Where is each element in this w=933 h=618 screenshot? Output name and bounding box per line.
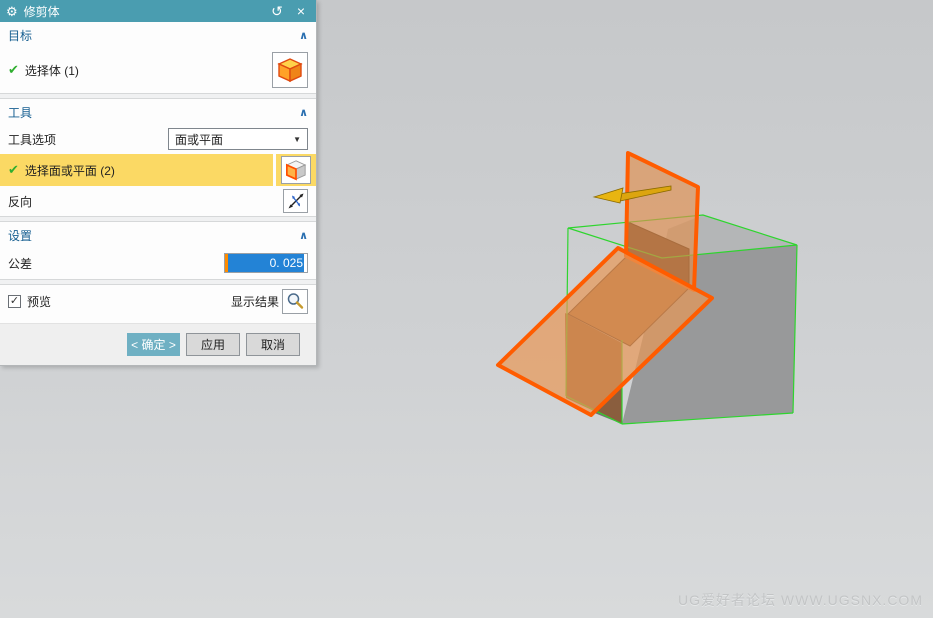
reverse-direction-icon bbox=[288, 193, 303, 209]
preview-checkbox[interactable]: ✓ bbox=[8, 294, 21, 308]
settings-header-label: 设置 bbox=[8, 229, 33, 243]
trim-body-dialog: ⚙ 修剪体 ↺ × 目标 ∧ ✔ 选择体 (1) 工具 ∧ 工具选项 面或平面 … bbox=[0, 0, 317, 366]
ok-button[interactable]: < 确定 > bbox=[127, 333, 180, 356]
face-plane-icon bbox=[285, 160, 307, 181]
reverse-direction-row: 反向 bbox=[0, 186, 316, 216]
tool-option-label: 工具选项 bbox=[8, 132, 57, 147]
group-header-settings: 设置 ∧ bbox=[0, 222, 316, 247]
dialog-titlebar[interactable]: ⚙ 修剪体 ↺ × bbox=[0, 0, 316, 22]
chevron-up-icon[interactable]: ∧ bbox=[299, 29, 308, 42]
apply-button[interactable]: 应用 bbox=[186, 333, 240, 356]
dialog-footer: < 确定 > 应用 取消 bbox=[0, 323, 316, 365]
chevron-up-icon[interactable]: ∧ bbox=[299, 229, 308, 242]
show-result-label: 显示结果 bbox=[230, 294, 279, 309]
select-face-button[interactable] bbox=[281, 156, 311, 184]
chevron-down-icon: ▼ bbox=[293, 134, 301, 144]
cancel-button[interactable]: 取消 bbox=[246, 333, 300, 356]
gear-icon: ⚙ bbox=[6, 3, 18, 19]
tool-option-dropdown[interactable]: 面或平面 ▼ bbox=[168, 128, 308, 150]
tolerance-value: 0. 025 bbox=[228, 254, 304, 272]
close-icon[interactable]: × bbox=[292, 3, 310, 19]
tool-option-row: 工具选项 面或平面 ▼ bbox=[0, 124, 316, 154]
magnifier-icon bbox=[287, 293, 304, 309]
reverse-direction-label: 反向 bbox=[8, 194, 33, 209]
tolerance-input[interactable]: 0. 025 bbox=[224, 253, 308, 273]
solid-body-icon bbox=[277, 58, 303, 83]
select-body-row[interactable]: ✔ 选择体 (1) bbox=[0, 47, 316, 93]
tolerance-label: 公差 bbox=[8, 256, 33, 271]
tool-option-value: 面或平面 bbox=[175, 132, 224, 147]
select-face-label: 选择面或平面 (2) bbox=[24, 163, 115, 178]
tool-header-label: 工具 bbox=[8, 106, 33, 120]
text-caret bbox=[304, 256, 305, 270]
chevron-up-icon[interactable]: ∧ bbox=[299, 106, 308, 119]
select-body-button[interactable] bbox=[272, 52, 308, 88]
check-icon: ✔ bbox=[8, 162, 19, 177]
target-header-label: 目标 bbox=[8, 29, 33, 43]
group-header-target: 目标 ∧ bbox=[0, 22, 316, 47]
preview-label: 预览 bbox=[27, 294, 52, 309]
group-header-tool: 工具 ∧ bbox=[0, 99, 316, 124]
select-face-button-cell bbox=[276, 154, 316, 186]
tolerance-row: 公差 0. 025 bbox=[0, 247, 316, 279]
preview-row: ✓ 预览 显示结果 bbox=[0, 285, 316, 317]
watermark: UG爱好者论坛 WWW.UGSNX.COM bbox=[678, 592, 923, 608]
check-icon: ✔ bbox=[8, 62, 19, 77]
reverse-direction-button[interactable] bbox=[283, 189, 308, 213]
dialog-title: 修剪体 bbox=[23, 4, 60, 19]
reset-icon[interactable]: ↺ bbox=[268, 3, 286, 20]
select-face-row[interactable]: ✔ 选择面或平面 (2) bbox=[0, 154, 316, 186]
show-result-button[interactable] bbox=[282, 288, 308, 314]
select-body-label: 选择体 (1) bbox=[24, 63, 79, 78]
show-result-group: 显示结果 bbox=[230, 288, 308, 314]
